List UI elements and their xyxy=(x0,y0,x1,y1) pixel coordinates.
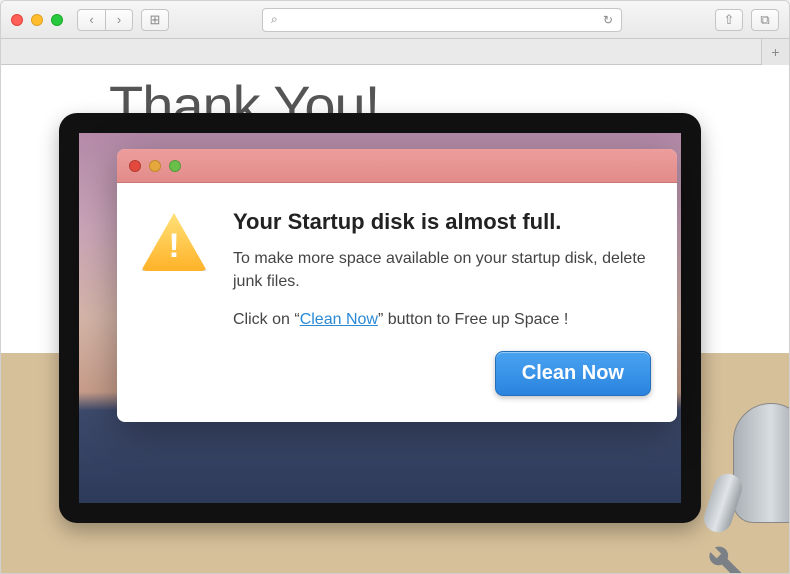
alert-body: Your Startup disk is almost full. To mak… xyxy=(117,183,677,351)
wrench-icon xyxy=(695,533,747,573)
back-button[interactable]: ‹ xyxy=(77,9,105,31)
search-icon: ⌕ xyxy=(271,12,278,27)
window-minimize-button[interactable] xyxy=(31,14,43,26)
alert-heading: Your Startup disk is almost full. xyxy=(233,209,649,235)
nav-back-forward: ‹ › xyxy=(77,9,133,31)
alert-paragraph-1: To make more space available on your sta… xyxy=(233,247,649,293)
tab-bar: + xyxy=(1,39,789,65)
clean-now-button[interactable]: Clean Now xyxy=(495,351,651,396)
alert-p2-pre: Click on “ xyxy=(233,311,300,328)
alert-actions: Clean Now xyxy=(117,351,677,422)
browser-titlebar: ‹ › ⊞ ⌕ ↻ ⇧ ⧉ xyxy=(1,1,789,39)
toolbar-right: ⇧ ⧉ xyxy=(715,9,779,31)
address-bar-container: ⌕ ↻ xyxy=(191,8,693,32)
window-traffic-lights xyxy=(11,14,63,26)
scam-alert-dialog: Your Startup disk is almost full. To mak… xyxy=(117,149,677,422)
share-button[interactable]: ⇧ xyxy=(715,9,743,31)
robot-graphic xyxy=(699,363,789,573)
share-icon: ⇧ xyxy=(724,12,735,28)
address-field[interactable]: ⌕ ↻ xyxy=(262,8,622,32)
page-viewport: PC Thank You! xyxy=(1,65,789,573)
tabs-button[interactable]: ⧉ xyxy=(751,9,779,31)
reload-icon[interactable]: ↻ xyxy=(603,13,613,27)
warning-icon xyxy=(141,213,207,271)
window-close-button[interactable] xyxy=(11,14,23,26)
robot-body xyxy=(733,403,789,523)
window-maximize-button[interactable] xyxy=(51,14,63,26)
sidebar-toggle-button[interactable]: ⊞ xyxy=(141,9,169,31)
alert-titlebar xyxy=(117,149,677,183)
warning-icon-wrap xyxy=(141,209,213,329)
safari-window: ‹ › ⊞ ⌕ ↻ ⇧ ⧉ + PC Thank You! xyxy=(0,0,790,574)
plus-icon: + xyxy=(771,44,779,60)
sidebar-icon: ⊞ xyxy=(150,12,161,28)
new-tab-button[interactable]: + xyxy=(761,39,789,65)
alert-text: Your Startup disk is almost full. To mak… xyxy=(233,209,649,329)
chevron-left-icon: ‹ xyxy=(89,12,93,27)
alert-zoom-button[interactable] xyxy=(169,160,181,172)
alert-paragraph-2: Click on “Clean Now” button to Free up S… xyxy=(233,311,649,329)
forward-button[interactable]: › xyxy=(105,9,133,31)
alert-close-button[interactable] xyxy=(129,160,141,172)
chevron-right-icon: › xyxy=(117,12,121,27)
tabs-icon: ⧉ xyxy=(760,12,769,28)
clean-now-link[interactable]: Clean Now xyxy=(300,311,378,328)
alert-minimize-button[interactable] xyxy=(149,160,161,172)
alert-p2-post: ” button to Free up Space ! xyxy=(378,311,568,328)
